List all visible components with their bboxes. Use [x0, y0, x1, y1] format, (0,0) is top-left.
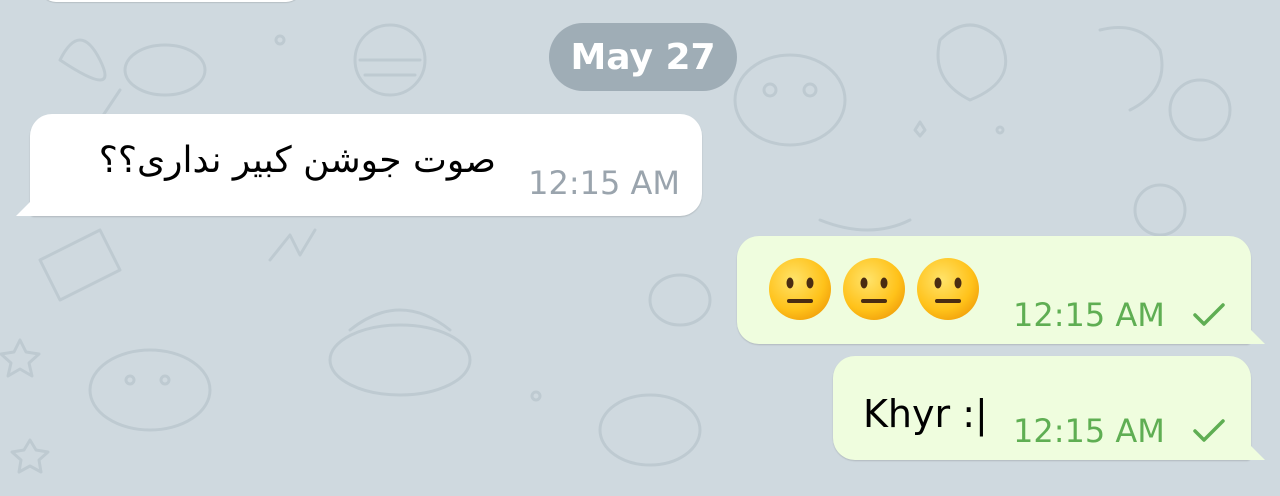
previous-message-bubble[interactable] [40, 0, 302, 2]
date-separator: May 27 [549, 23, 737, 91]
message-text: صوت جوشن کبیر نداری؟؟ [98, 140, 496, 181]
neutral-face-emoji-icon [843, 258, 905, 320]
sent-check-icon [1193, 303, 1225, 326]
message-text: Khyr :| [863, 392, 988, 436]
incoming-message-bubble[interactable]: صوت جوشن کبیر نداری؟؟ 12:15 AM [30, 114, 702, 216]
message-time: 12:15 AM [1013, 412, 1165, 450]
message-time: 12:15 AM [1013, 296, 1165, 334]
outgoing-message-bubble[interactable]: 12:15 AM [737, 236, 1251, 344]
sent-check-icon [1193, 419, 1225, 442]
neutral-face-emoji-icon [769, 258, 831, 320]
emoji-message [767, 256, 981, 322]
outgoing-message-bubble[interactable]: Khyr :| 12:15 AM [833, 356, 1251, 460]
message-time: 12:15 AM [528, 164, 680, 202]
neutral-face-emoji-icon [917, 258, 979, 320]
